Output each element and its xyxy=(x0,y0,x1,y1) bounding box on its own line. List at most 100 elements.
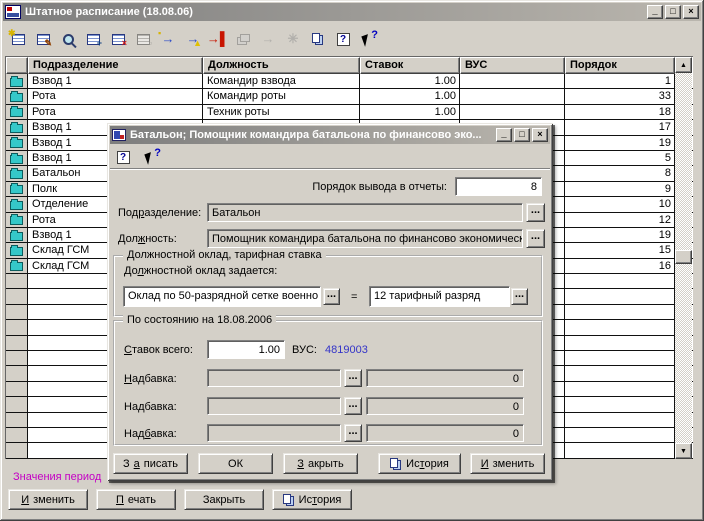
column-header-vus[interactable]: ВУС xyxy=(460,57,565,74)
vertical-scrollbar[interactable]: ▲ ▼ xyxy=(675,57,692,459)
allowance-3-amount[interactable]: 0 xyxy=(366,424,524,442)
cell-unit: Рота xyxy=(28,104,203,120)
cell-order xyxy=(565,274,675,289)
salary-type-browse-button[interactable]: ... xyxy=(323,288,340,305)
dialog-close-button[interactable]: × xyxy=(532,128,548,142)
salary-group-title: Должностной оклад, тарифная ставка xyxy=(123,249,326,261)
delete-record-icon[interactable]: × xyxy=(108,30,128,48)
position-field[interactable]: Помощник командира батальона по финансов… xyxy=(207,229,523,248)
allowance-2-amount[interactable]: 0 xyxy=(366,397,524,415)
folder-icon xyxy=(10,214,23,226)
allowance-1-label: Надбавка: xyxy=(124,373,177,385)
close-dialog-button[interactable]: Закрыть xyxy=(283,453,358,474)
dialog-icon xyxy=(112,129,126,141)
footer-print-button[interactable]: Печать xyxy=(96,489,176,510)
cell-order: 19 xyxy=(565,135,675,150)
scroll-down-button[interactable]: ▼ xyxy=(675,443,692,459)
history-button-label: История xyxy=(406,457,449,470)
history-copy-icon xyxy=(390,457,399,468)
cell-icon xyxy=(6,89,28,104)
close-button[interactable]: × xyxy=(683,5,699,19)
dialog-titlebar[interactable]: Батальон; Помощник командира батальона п… xyxy=(110,126,550,144)
column-header-position[interactable]: Должность xyxy=(203,57,360,74)
folder-icon xyxy=(10,168,23,180)
cell-order xyxy=(565,351,675,366)
minimize-button[interactable]: _ xyxy=(647,5,663,19)
scroll-up-button[interactable]: ▲ xyxy=(675,57,692,73)
cell-icon xyxy=(6,304,28,320)
move-to-end-icon[interactable]: →▌ xyxy=(207,30,229,48)
folder-icon xyxy=(10,198,23,210)
ok-button[interactable]: ОК xyxy=(198,453,273,474)
cell-position: Командир роты xyxy=(203,89,360,104)
history-button[interactable]: История xyxy=(378,453,461,474)
cell-order xyxy=(565,289,675,304)
unit-label: Подразделение: xyxy=(118,207,202,219)
cell-order: 9 xyxy=(565,181,675,197)
grade-field[interactable]: 12 тарифный разряд xyxy=(369,286,510,307)
column-header-rate[interactable]: Ставок xyxy=(360,57,460,74)
dialog-help-icon[interactable]: ? xyxy=(113,148,133,166)
cell-icon xyxy=(6,197,28,212)
allowance-3-browse-button[interactable]: ... xyxy=(344,424,362,442)
maximize-button[interactable]: □ xyxy=(665,5,681,19)
folder-icon xyxy=(10,244,23,256)
rates-label: Ставок всего: xyxy=(124,344,193,356)
salary-group: Должностной оклад, тарифная ставка Должн… xyxy=(113,249,543,317)
footer-edit-button[interactable]: Изменить xyxy=(8,489,88,510)
create-record-icon[interactable]: ✱ xyxy=(8,29,28,48)
allowance-2-field[interactable] xyxy=(207,397,341,415)
group-operation-icon: ✳ xyxy=(287,31,299,46)
main-titlebar[interactable]: Штатное расписание (18.08.06) _ □ × xyxy=(3,3,701,21)
cell-order: 19 xyxy=(565,227,675,243)
scrollbar-thumb[interactable] xyxy=(675,250,692,264)
order-output-input[interactable]: 8 xyxy=(455,177,542,196)
cell-rate: 1.00 xyxy=(360,104,460,120)
allowance-1-browse-button[interactable]: ... xyxy=(344,369,362,387)
folder-icon xyxy=(10,75,23,87)
column-header-order[interactable]: Порядок xyxy=(565,57,675,74)
help-icon[interactable]: ? xyxy=(333,30,353,48)
table-row[interactable]: Рота Командир роты 1.00 33 xyxy=(6,89,693,105)
edit-record-icon[interactable]: ✎ xyxy=(33,30,53,48)
allowance-3-field[interactable] xyxy=(207,424,341,442)
allowance-3-label: Надбавка: xyxy=(124,428,177,440)
table-row[interactable]: Взвод 1 Командир взвода 1.00 1 xyxy=(6,74,693,90)
preview-record-icon[interactable] xyxy=(58,30,78,49)
table-row[interactable]: Рота Техник роты 1.00 18 xyxy=(6,104,693,121)
position-browse-button[interactable]: ... xyxy=(526,229,545,248)
dialog-context-help-icon[interactable]: ? xyxy=(141,147,161,166)
cell-rate: 1.00 xyxy=(360,89,460,104)
dialog-minimize-button[interactable]: _ xyxy=(496,128,512,142)
context-help-icon[interactable]: ? xyxy=(358,29,378,48)
move-record-icon[interactable]: → ▪ xyxy=(158,29,178,48)
move-record-history-icon[interactable]: → ▲ xyxy=(183,30,203,48)
footer-history-button[interactable]: История xyxy=(272,489,352,510)
allowance-1-amount[interactable]: 0 xyxy=(366,369,524,387)
allowance-2-browse-button[interactable]: ... xyxy=(344,397,362,415)
unit-field[interactable]: Батальон xyxy=(207,203,523,222)
edit-button[interactable]: Изменить xyxy=(470,453,545,474)
cell-unit: Взвод 1 xyxy=(28,74,203,89)
cell-order: 1 xyxy=(565,74,675,89)
cell-icon xyxy=(6,366,28,381)
save-button[interactable]: За писать xyxy=(113,453,188,474)
column-header-unit[interactable]: Подразделение xyxy=(28,57,203,74)
dialog-maximize-button[interactable]: □ xyxy=(514,128,530,142)
add-record-icon[interactable]: + xyxy=(83,30,103,48)
state-group: По состоянию на 18.08.2006 Ставок всего:… xyxy=(113,314,543,446)
cell-rate: 1.00 xyxy=(360,74,460,89)
grade-browse-button[interactable]: ... xyxy=(511,288,528,305)
allowance-2-label: Надбавка: xyxy=(124,401,177,413)
state-group-title: По состоянию на 18.08.2006 xyxy=(123,314,277,326)
rates-field[interactable]: 1.00 xyxy=(207,340,285,359)
copy-buffer-icon[interactable] xyxy=(308,30,328,48)
scrollbar-track[interactable] xyxy=(675,73,692,443)
footer-close-button[interactable]: Закрыть xyxy=(184,489,264,510)
history-copy-icon xyxy=(282,493,291,504)
allowance-1-field[interactable] xyxy=(207,369,341,387)
salary-type-field[interactable]: Оклад по 50-разрядной сетке военно xyxy=(123,286,321,307)
unit-browse-button[interactable]: ... xyxy=(526,203,545,222)
cell-icon xyxy=(6,412,28,427)
cell-order: 10 xyxy=(565,197,675,212)
